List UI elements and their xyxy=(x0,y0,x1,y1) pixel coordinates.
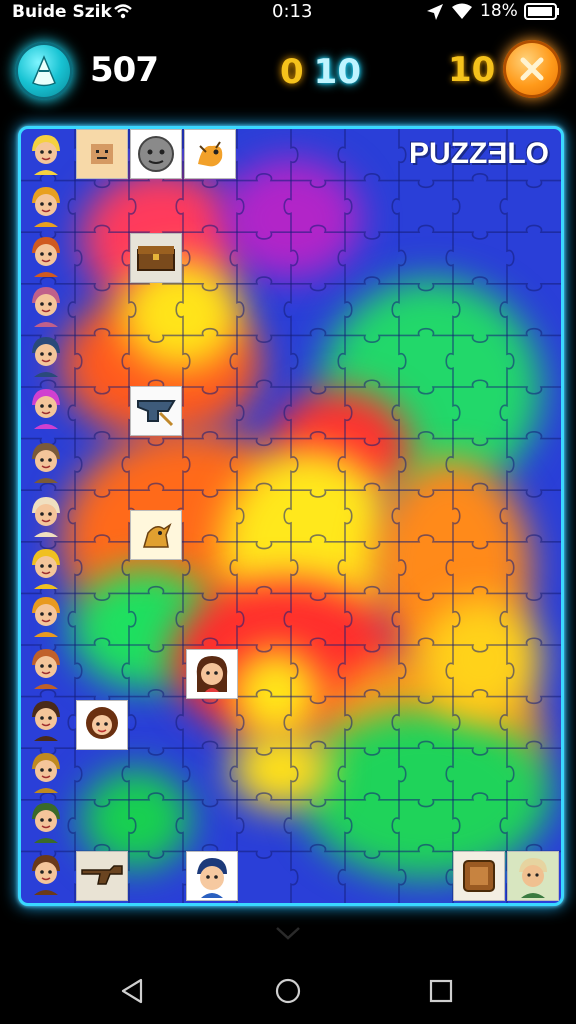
robot-tiki-icon xyxy=(32,753,60,793)
tile-treasure-chest[interactable] xyxy=(130,233,182,283)
hint-button[interactable] xyxy=(15,42,73,100)
hooded-figure-icon xyxy=(32,337,60,377)
dark-hair-kid-icon xyxy=(32,701,60,741)
circle-home-icon[interactable] xyxy=(273,976,303,1006)
avatar-girl-pink[interactable] xyxy=(21,281,71,329)
moves-value: 10 xyxy=(448,50,496,90)
tile-goat-creature[interactable] xyxy=(130,510,182,560)
status-bar: Buide Szik 0:13 18% xyxy=(0,0,576,24)
tile-wooden-crate[interactable] xyxy=(453,851,505,901)
puzzle-grid xyxy=(21,129,561,903)
girl-blue-dress-icon xyxy=(32,443,60,483)
avatar-blonde-kid[interactable] xyxy=(21,591,71,639)
signal-icon xyxy=(452,3,472,19)
bald-baby-icon xyxy=(32,497,60,537)
puzzle-title: PUZZƎLO xyxy=(409,137,549,170)
piece-edge xyxy=(445,129,461,903)
avatar-girl-blue-dress[interactable] xyxy=(21,437,71,485)
avatar-clown-face[interactable] xyxy=(21,129,71,177)
avatar-yellow-hat-kid[interactable] xyxy=(21,543,71,591)
close-button[interactable] xyxy=(503,40,561,98)
piece-edge xyxy=(229,129,245,903)
location-arrow-icon xyxy=(427,4,443,20)
wifi-icon xyxy=(114,4,132,19)
piece-edge xyxy=(499,129,515,903)
clown-face-icon xyxy=(32,135,60,175)
tile-weapon[interactable] xyxy=(76,851,128,901)
chevron-down-icon[interactable] xyxy=(274,924,302,942)
tile-anvil-tool[interactable] xyxy=(130,386,182,436)
puzzle-board[interactable]: PUZZƎLO xyxy=(18,126,564,906)
game-header: 507 0 10 10 xyxy=(0,36,576,106)
system-nav-bar xyxy=(0,956,576,1024)
piece-edge xyxy=(391,129,407,903)
score-value: 507 xyxy=(90,50,159,90)
tile-orange-dragon[interactable] xyxy=(184,129,236,179)
girl-pink-icon xyxy=(32,287,60,327)
girl-red-hair-icon xyxy=(32,237,60,277)
pink-creature-icon xyxy=(32,389,60,429)
clock: 0:13 xyxy=(272,1,313,22)
boy-brown-icon xyxy=(32,855,60,895)
carrier-label: Buide Szik xyxy=(12,2,112,22)
avatar-orange-hat-man[interactable] xyxy=(21,643,71,691)
avatar-green-shirt-kid[interactable] xyxy=(21,797,71,845)
battery-percent: 18% xyxy=(480,1,518,21)
square-recents-icon[interactable] xyxy=(426,976,456,1006)
piece-edge xyxy=(283,129,299,903)
avatar-crossed-swords[interactable] xyxy=(21,181,71,229)
avatar-bald-baby[interactable] xyxy=(21,491,71,539)
tile-old-man[interactable] xyxy=(507,851,559,901)
tile-blue-hair-boy[interactable] xyxy=(186,851,238,901)
green-shirt-kid-icon xyxy=(32,803,60,843)
battery-icon xyxy=(524,3,559,20)
tile-block-man[interactable] xyxy=(76,129,128,179)
orange-hat-man-icon xyxy=(32,649,60,689)
avatar-hooded-figure[interactable] xyxy=(21,331,71,379)
avatar-pink-creature[interactable] xyxy=(21,383,71,431)
pair-left-value: 0 xyxy=(280,52,304,92)
close-x-icon xyxy=(520,57,544,81)
avatar-robot-tiki[interactable] xyxy=(21,747,71,795)
tile-curly-girl[interactable] xyxy=(76,700,128,750)
triangle-back-icon[interactable] xyxy=(118,976,148,1006)
cone-icon xyxy=(32,55,56,87)
tile-brown-hair-girl[interactable] xyxy=(186,649,238,699)
tile-stone-face[interactable] xyxy=(130,129,182,179)
blonde-kid-icon xyxy=(32,597,60,637)
piece-edge xyxy=(337,129,353,903)
yellow-hat-kid-icon xyxy=(32,549,60,589)
avatar-girl-red-hair[interactable] xyxy=(21,231,71,279)
avatar-boy-brown[interactable] xyxy=(21,849,71,897)
pair-right-value: 10 xyxy=(313,52,361,92)
avatar-dark-hair-kid[interactable] xyxy=(21,695,71,743)
pair-counter: 0 10 xyxy=(280,52,361,92)
crossed-swords-icon xyxy=(32,187,60,227)
